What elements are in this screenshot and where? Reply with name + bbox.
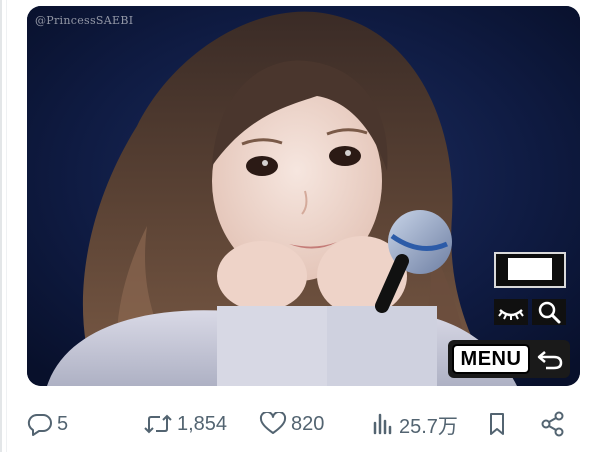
like-button[interactable]: 820 bbox=[259, 404, 324, 444]
menu-button[interactable]: MENU bbox=[452, 344, 530, 374]
reply-bubble-icon bbox=[27, 413, 52, 436]
frame-button[interactable] bbox=[494, 252, 566, 288]
bookmark-icon bbox=[490, 413, 504, 435]
reply-count: 5 bbox=[57, 412, 69, 435]
views-count: 25.7万 bbox=[399, 415, 458, 438]
photo-illustration bbox=[27, 6, 580, 386]
share-button[interactable] bbox=[540, 404, 566, 444]
share-icon bbox=[541, 411, 564, 437]
overlay-menu-bar: MENU bbox=[448, 340, 570, 378]
frame-icon bbox=[508, 258, 552, 280]
bookmark-button[interactable] bbox=[487, 404, 507, 444]
retweet-button[interactable]: 1,854 bbox=[143, 404, 227, 444]
back-arrow-icon bbox=[537, 351, 563, 370]
timeline-border bbox=[0, 0, 2, 452]
heart-icon bbox=[259, 412, 287, 434]
magnifier-button[interactable] bbox=[532, 299, 566, 325]
views-button[interactable]: 25.7万 bbox=[371, 404, 458, 444]
magnifier-icon bbox=[538, 301, 561, 324]
reply-button[interactable]: 5 bbox=[27, 404, 68, 444]
photo-watermark: @PrincessSAEBI bbox=[35, 14, 134, 27]
eye-button[interactable] bbox=[494, 299, 528, 325]
retweet-icon bbox=[144, 414, 172, 434]
bar-chart-icon bbox=[373, 413, 392, 435]
tweet-media-photo[interactable]: @PrincessSAEBI MENU bbox=[27, 6, 580, 386]
retweet-count: 1,854 bbox=[177, 412, 228, 435]
tweet-action-bar: 5 1,854 820 25.7万 bbox=[27, 404, 580, 444]
like-count: 820 bbox=[291, 412, 325, 435]
back-button[interactable] bbox=[534, 344, 566, 374]
timeline-border-inner bbox=[6, 0, 7, 452]
eye-icon bbox=[498, 309, 524, 320]
